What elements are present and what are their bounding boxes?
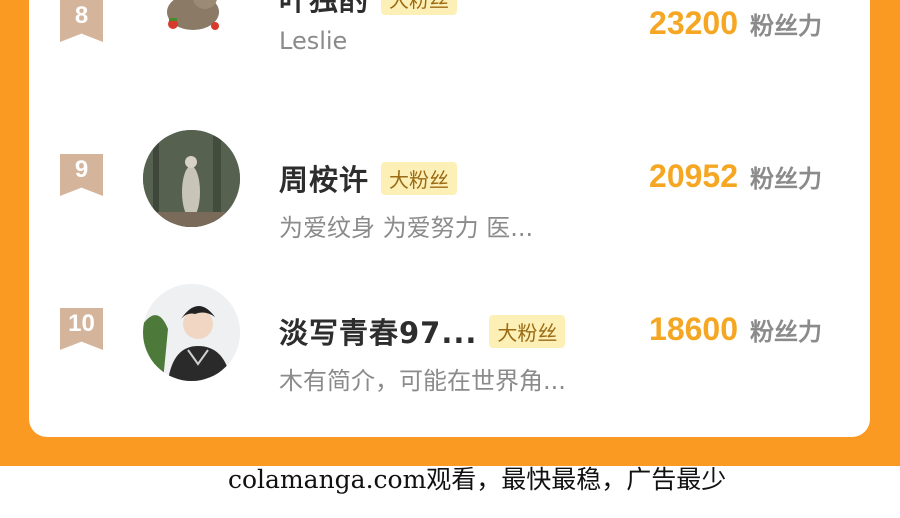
site-watermark-text: colamanga.com观看，最快最稳，广告最少 — [228, 465, 727, 494]
fan-power-score: 20952 粉丝力 — [649, 158, 822, 195]
score-value: 23200 — [649, 5, 738, 41]
score-unit: 粉丝力 — [750, 165, 822, 193]
user-bio: Leslie — [279, 27, 348, 55]
forest-portrait-avatar-icon — [143, 130, 240, 227]
fan-power-score: 18600 粉丝力 — [649, 311, 822, 348]
score-unit: 粉丝力 — [750, 12, 822, 40]
ranking-row[interactable]: 8 叶独酌 大粉丝 Leslie 23200 粉丝力 — [29, 0, 870, 90]
score-value: 20952 — [649, 158, 738, 194]
ranking-row[interactable]: 10 淡写青春97... 大粉丝 木有简介，可能在世界角... 18600 粉丝… — [29, 282, 870, 395]
rank-badge: 9 — [60, 154, 103, 196]
user-name[interactable]: 淡写青春97... — [279, 310, 477, 352]
rank-number: 8 — [74, 2, 89, 29]
user-name[interactable]: 叶独酌 — [279, 0, 369, 19]
fan-level-badge: 大粉丝 — [381, 161, 458, 195]
user-bio: 木有简介，可能在世界角... — [279, 367, 566, 395]
rank-badge: 10 — [60, 308, 103, 350]
score-unit: 粉丝力 — [750, 318, 822, 346]
ranking-card: 8 叶独酌 大粉丝 Leslie 23200 粉丝力 9 — [29, 0, 870, 437]
rank-number: 9 — [74, 156, 89, 183]
user-bio: 为爱纹身 为爱努力 医... — [279, 214, 534, 242]
person-portrait-avatar-icon — [143, 284, 240, 381]
fan-level-badge: 大粉丝 — [489, 314, 566, 348]
ranking-row[interactable]: 9 周桉许 大粉丝 为爱纹身 为爱努力 医... 20952 粉丝力 — [29, 130, 870, 242]
fan-level-badge: 大粉丝 — [381, 0, 458, 15]
user-name[interactable]: 周桉许 — [279, 157, 369, 199]
rank-number: 10 — [68, 310, 95, 337]
rank-badge: 8 — [60, 0, 103, 42]
avatar[interactable] — [143, 130, 240, 227]
fan-power-score: 23200 粉丝力 — [649, 5, 822, 42]
avatar[interactable] — [143, 284, 240, 381]
avatar[interactable] — [143, 0, 240, 47]
rabbit-avatar-icon — [167, 0, 219, 30]
score-value: 18600 — [649, 311, 738, 347]
